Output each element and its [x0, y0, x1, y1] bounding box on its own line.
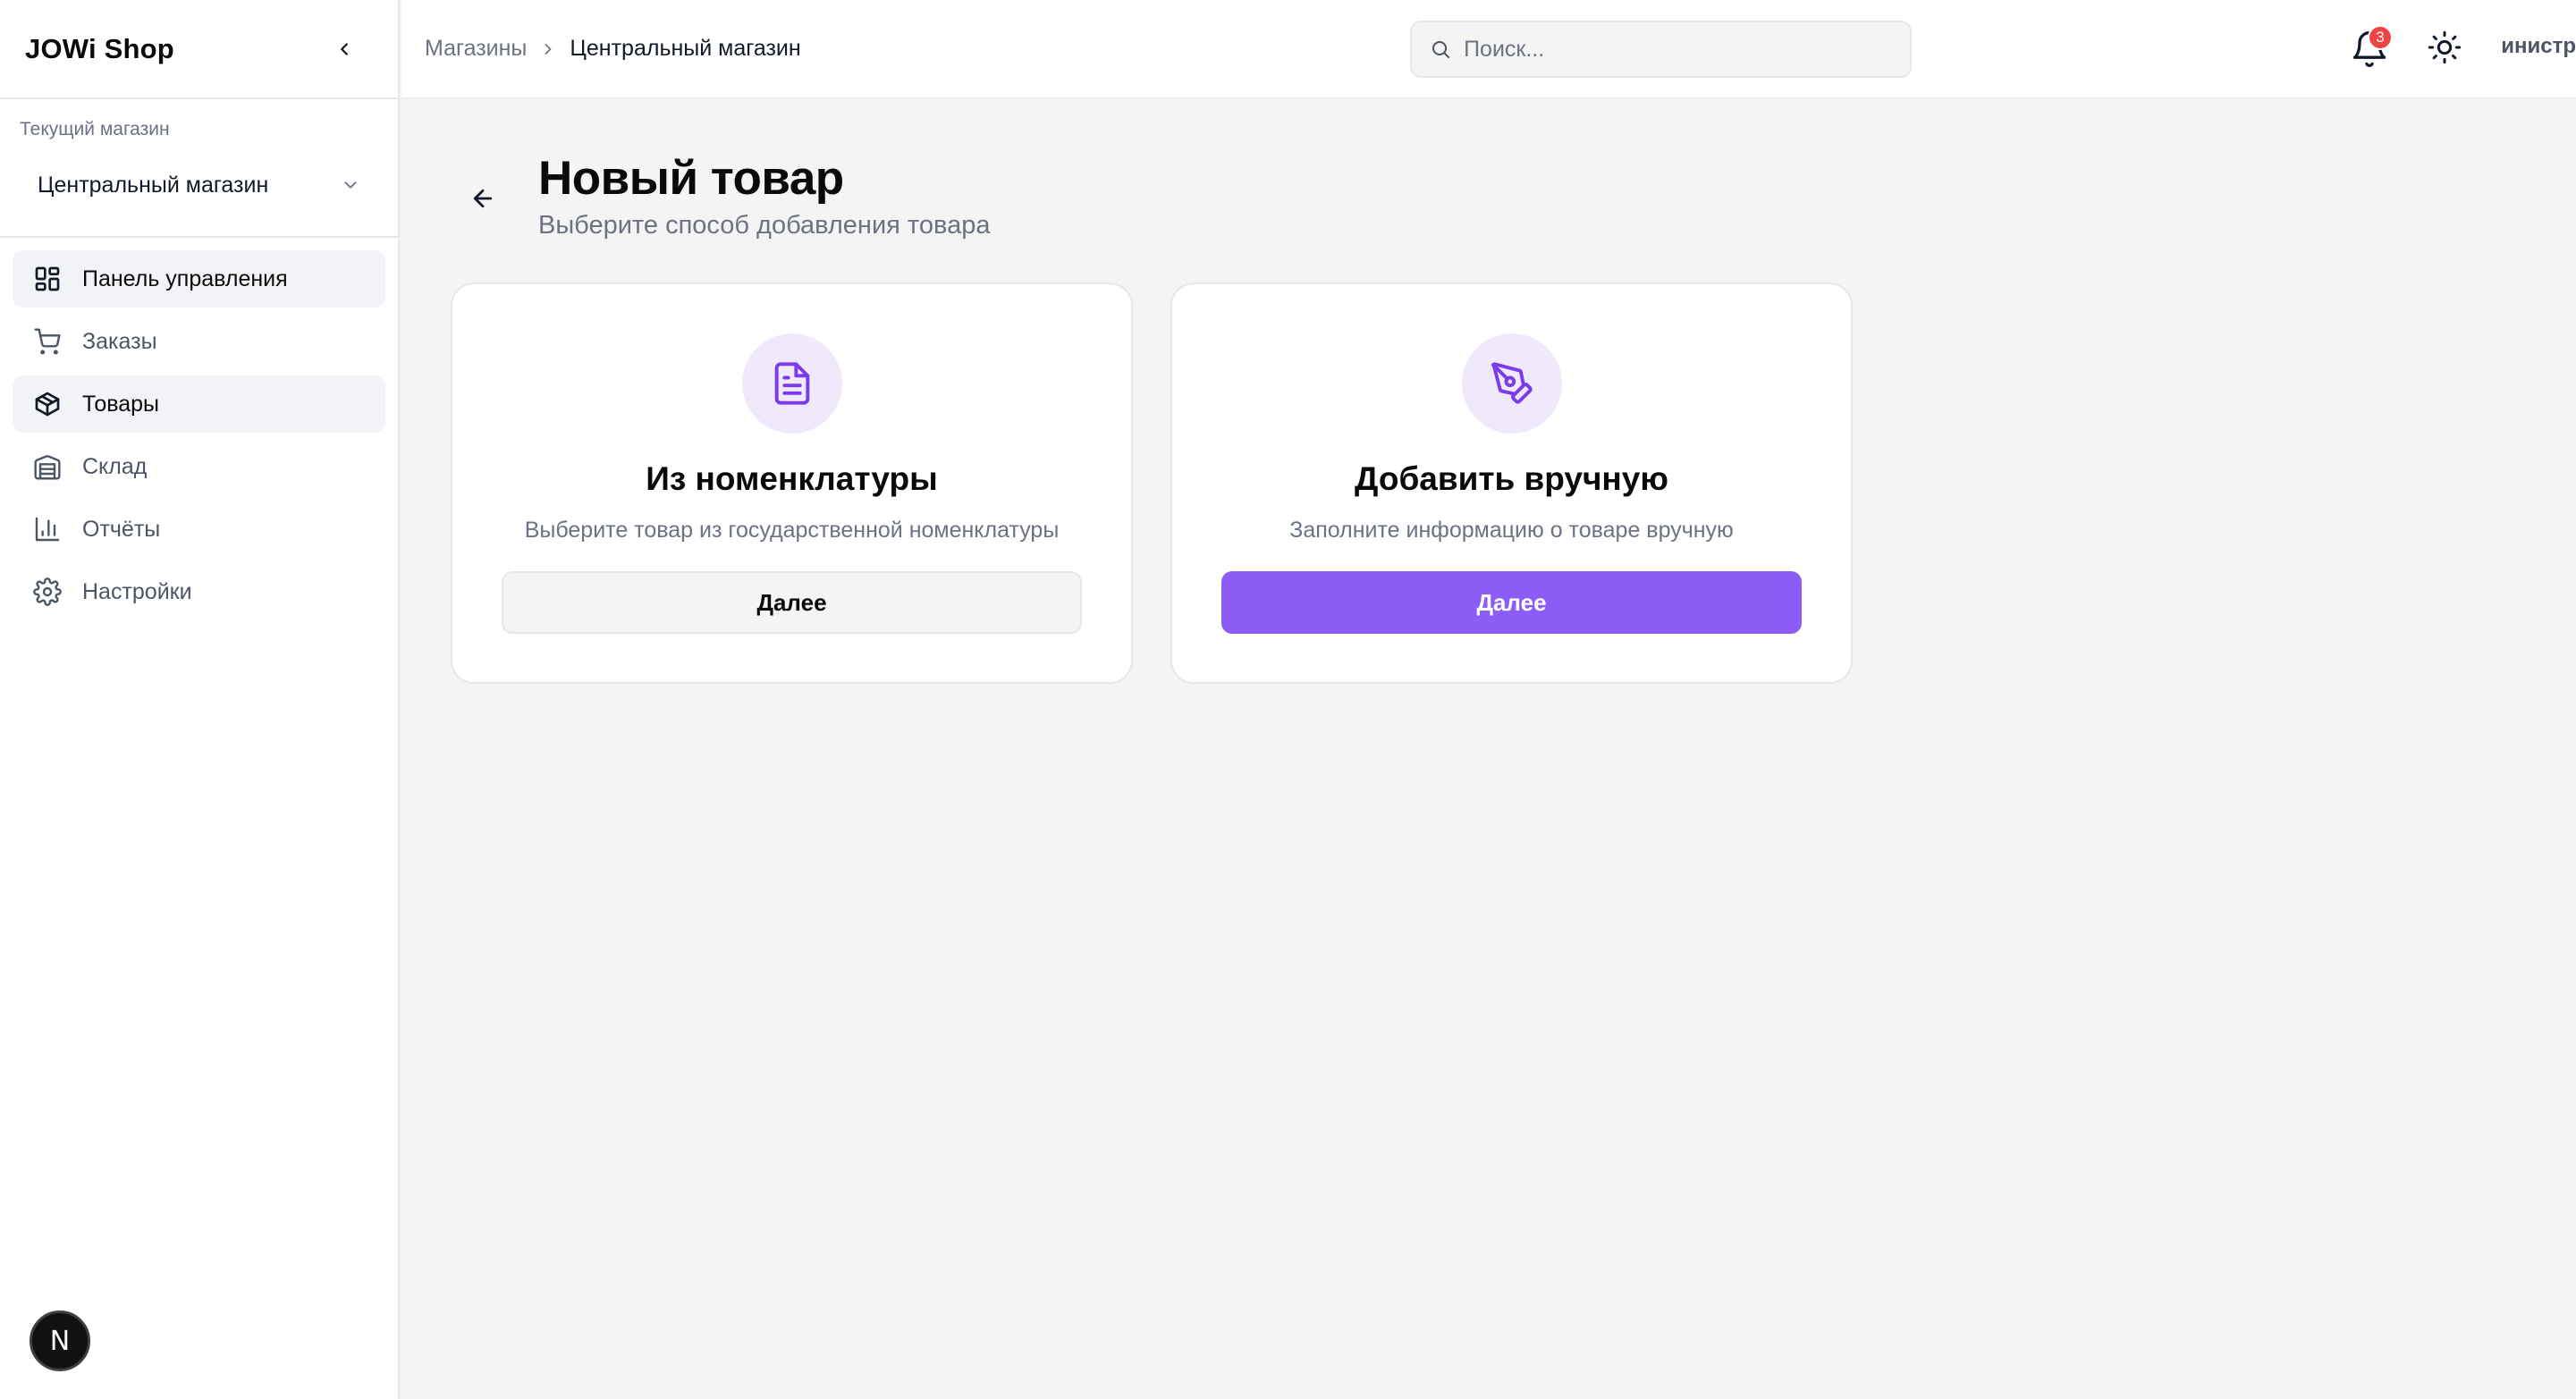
layout-dashboard-icon: [32, 264, 63, 294]
bar-chart-icon: [32, 514, 63, 544]
app-root: JOWi Shop Текущий магазин Центральный ма…: [0, 0, 2576, 1399]
page-subtitle: Выберите способ добавления товара: [538, 211, 991, 240]
sidebar-item-label: Заказы: [82, 328, 157, 354]
back-button[interactable]: [465, 181, 501, 216]
notifications-count-badge: 3: [2368, 25, 2393, 50]
option-description: Заполните информацию о товаре вручную: [1289, 518, 1734, 543]
store-switcher: Текущий магазин Центральный магазин: [0, 99, 398, 238]
sidebar: JOWi Shop Текущий магазин Центральный ма…: [0, 0, 400, 1399]
store-select-value: Центральный магазин: [38, 172, 269, 198]
store-caption: Текущий магазин: [20, 119, 170, 139]
pen-tool-icon: [1461, 333, 1562, 434]
chevron-left-icon: [341, 42, 348, 55]
sidebar-header: JOWi Shop: [0, 0, 398, 99]
user-role-label: инистр: [2501, 34, 2576, 58]
sidebar-item-reports[interactable]: Отчёты: [13, 501, 385, 558]
sidebar-item-label: Товары: [82, 391, 159, 417]
page-title-block: Новый товар Выберите способ добавления т…: [538, 150, 990, 240]
collapse-sidebar-button[interactable]: [326, 31, 362, 67]
option-card-nomenclature: Из номенклатуры Выберите товар из госуда…: [451, 282, 1133, 684]
option-title: Добавить вручную: [1355, 460, 1668, 497]
sidebar-item-label: Склад: [82, 453, 148, 479]
page-title: Новый товар: [538, 152, 844, 205]
breadcrumb: Магазины Центральный магазин: [425, 36, 801, 62]
option-card-manual: Добавить вручную Заполните информацию о …: [1170, 282, 1853, 684]
manual-next-button[interactable]: Далее: [1221, 571, 1802, 634]
sidebar-item-label: Настройки: [82, 578, 192, 604]
sidebar-item-products[interactable]: Товары: [13, 375, 385, 433]
sidebar-item-warehouse[interactable]: Склад: [13, 438, 385, 495]
package-icon: [32, 389, 63, 419]
breadcrumb-stores-link[interactable]: Магазины: [425, 36, 527, 62]
search-input[interactable]: [1464, 36, 1892, 63]
arrow-left-icon: [473, 189, 493, 208]
page-heading: Новый товар Выберите способ добавления т…: [465, 150, 990, 240]
option-description: Выберите товар из государственной номенк…: [524, 518, 1060, 543]
brand-name: JOWi Shop: [25, 32, 174, 64]
file-text-icon: [741, 333, 842, 434]
theme-toggle-button[interactable]: [2427, 29, 2466, 69]
next-dev-indicator[interactable]: N: [30, 1311, 90, 1371]
sidebar-item-settings[interactable]: Настройки: [13, 563, 385, 620]
search-icon: [1432, 40, 1450, 59]
sidebar-item-orders[interactable]: Заказы: [13, 313, 385, 370]
chevron-right-icon: [545, 43, 552, 55]
user-menu[interactable]: инистр: [2486, 34, 2576, 66]
sidebar-item-label: Отчёты: [82, 516, 161, 542]
option-title: Из номенклатуры: [646, 460, 938, 497]
nomenclature-next-button[interactable]: Далее: [502, 571, 1082, 634]
breadcrumb-current: Центральный магазин: [570, 36, 801, 61]
warehouse-icon: [32, 451, 63, 482]
chevron-down-icon: [344, 181, 357, 189]
sidebar-nav: Панель управления Заказы Товары Склад От…: [0, 238, 398, 638]
store-select[interactable]: Центральный магазин: [13, 160, 385, 210]
sun-icon: [2428, 30, 2462, 64]
shopping-cart-icon: [32, 326, 63, 357]
next-dev-letter: N: [49, 1325, 71, 1357]
settings-gear-icon: [32, 577, 63, 607]
sidebar-item-label: Панель управления: [82, 265, 288, 291]
search-box: [1410, 21, 1912, 78]
sidebar-item-dashboard[interactable]: Панель управления: [13, 250, 385, 308]
